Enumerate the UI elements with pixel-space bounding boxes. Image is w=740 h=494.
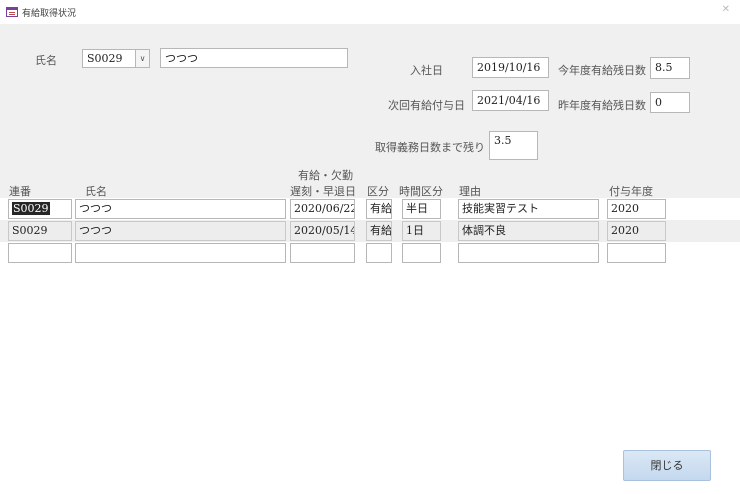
col-type: 区分 (367, 185, 389, 198)
date-cell[interactable]: 2020/06/22 (290, 199, 355, 219)
seq-value: S0029 (12, 202, 50, 215)
employee-id-combo[interactable]: S0029 (82, 49, 136, 68)
type-cell[interactable]: 有給 (366, 199, 392, 219)
grant-year-cell[interactable]: 2020 (607, 199, 666, 219)
time-type-cell[interactable]: 半日 (402, 199, 441, 219)
close-icon[interactable]: ✕ (722, 4, 730, 15)
col-grant-year: 付与年度 (609, 185, 653, 198)
grant-year-cell-new[interactable] (607, 243, 666, 263)
reason-cell-new[interactable] (458, 243, 599, 263)
next-grant-date-field[interactable]: 2021/04/16 (472, 90, 549, 111)
close-button[interactable]: 閉じる (623, 450, 711, 481)
last-year-remaining-label: 昨年度有給残日数 (558, 99, 646, 112)
last-year-remaining-field[interactable]: 0 (650, 92, 690, 113)
window-title: 有給取得状況 (22, 9, 77, 19)
name-cell-new[interactable] (75, 243, 286, 263)
reason-cell[interactable]: 技能実習テスト (458, 199, 599, 219)
col-date-bottom: 遅刻・早退日 (290, 185, 356, 198)
title-bar: 有給取得状況 ✕ (0, 0, 740, 24)
mandatory-left-field[interactable]: 3.5 (489, 131, 538, 160)
name-cell[interactable]: つつつ (75, 221, 286, 241)
seq-cell-new[interactable] (8, 243, 72, 263)
col-reason: 理由 (459, 185, 481, 198)
hire-date-field[interactable]: 2019/10/16 (472, 57, 549, 78)
date-cell[interactable]: 2020/05/14 (290, 221, 355, 241)
time-type-cell-new[interactable] (402, 243, 441, 263)
col-seq: 連番 (9, 185, 31, 198)
form-icon (6, 7, 18, 17)
name-cell[interactable]: つつつ (75, 199, 286, 219)
type-cell-new[interactable] (366, 243, 392, 263)
employee-name-field[interactable]: つつつ (160, 48, 348, 68)
current-year-remaining-field[interactable]: 8.5 (650, 57, 690, 79)
mandatory-left-label: 取得義務日数まで残り (375, 141, 485, 154)
next-grant-label: 次回有給付与日 (388, 99, 465, 112)
col-name: 氏名 (85, 185, 107, 198)
reason-cell[interactable]: 体調不良 (458, 221, 599, 241)
hire-date-label: 入社日 (410, 64, 443, 77)
name-label: 氏名 (35, 54, 57, 67)
chevron-down-icon[interactable]: ∨ (135, 49, 150, 68)
grant-year-cell[interactable]: 2020 (607, 221, 666, 241)
seq-cell[interactable]: S0029 (8, 199, 72, 219)
col-time-type: 時間区分 (399, 185, 443, 198)
time-type-cell[interactable]: 1日 (402, 221, 441, 241)
date-cell-new[interactable] (290, 243, 355, 263)
seq-cell[interactable]: S0029 (8, 221, 72, 241)
current-year-remaining-label: 今年度有給残日数 (558, 64, 646, 77)
type-cell[interactable]: 有給 (366, 221, 392, 241)
col-date-top: 有給・欠勤 (298, 169, 353, 182)
